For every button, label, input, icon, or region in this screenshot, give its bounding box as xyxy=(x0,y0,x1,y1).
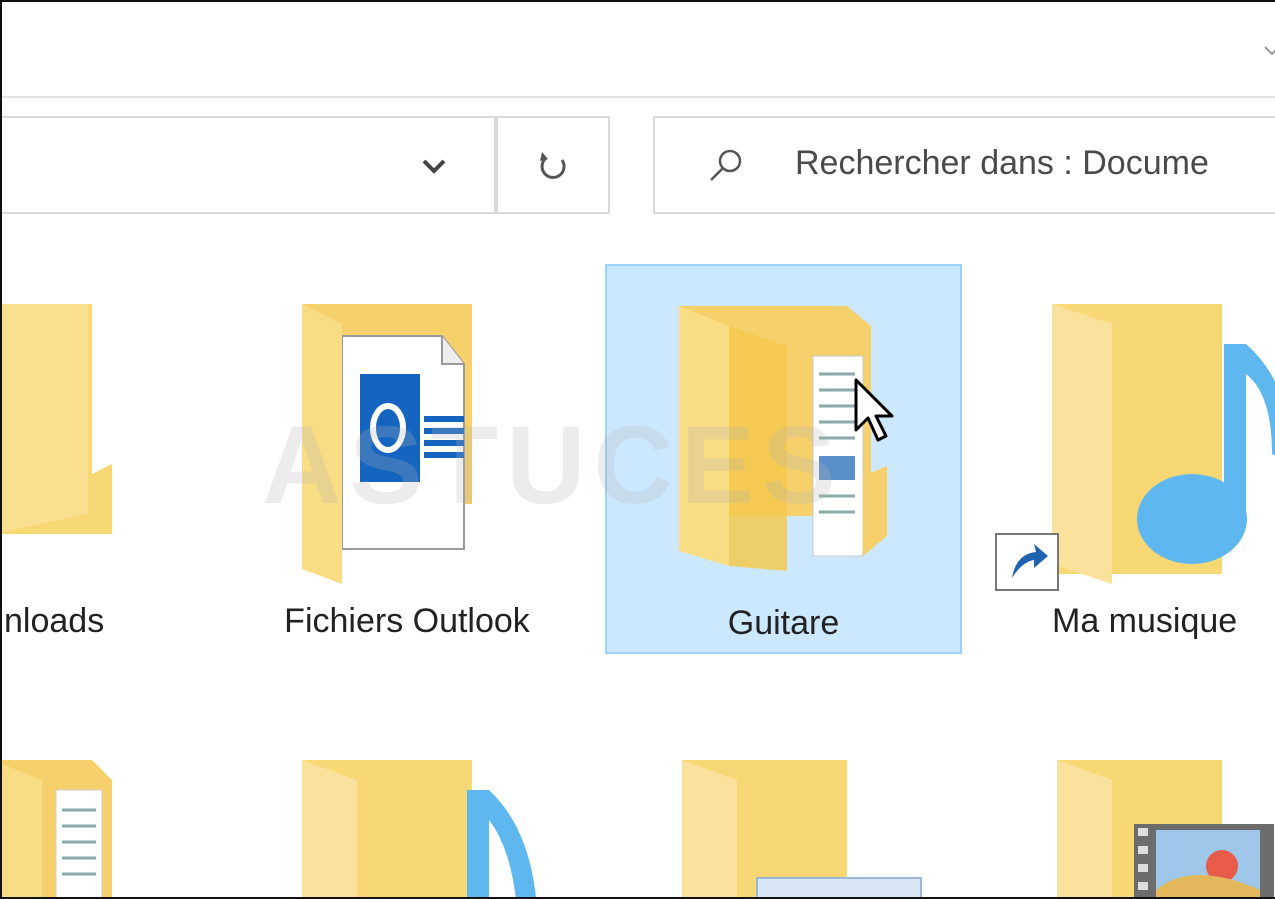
folder-item-row2-1[interactable] xyxy=(2,750,142,897)
folder-item-row2-3[interactable] xyxy=(677,750,957,897)
refresh-icon xyxy=(540,152,566,179)
folder-item-downloads[interactable]: nloads xyxy=(2,264,202,654)
folder-document-icon xyxy=(679,306,887,571)
folder-item-ma-musique[interactable]: Ma musique xyxy=(992,264,1275,654)
music-folder-icon xyxy=(302,760,536,897)
address-bar[interactable] xyxy=(2,116,496,214)
refresh-button[interactable] xyxy=(496,116,610,214)
folder-icon xyxy=(682,760,922,897)
search-placeholder: Rechercher dans : Docume xyxy=(795,144,1209,182)
folder-item-fichiers-outlook[interactable]: Fichiers Outlook xyxy=(242,264,572,654)
music-folder-shortcut-icon xyxy=(995,304,1275,591)
folder-item-guitare[interactable]: Guitare xyxy=(605,264,962,654)
item-label: Guitare xyxy=(727,604,840,642)
video-folder-icon xyxy=(1057,760,1274,897)
folder-item-row2-4[interactable] xyxy=(1052,750,1275,897)
folder-icon xyxy=(2,304,112,534)
search-box[interactable]: Rechercher dans : Docume xyxy=(653,116,1275,214)
chevron-down-icon[interactable] xyxy=(416,148,452,184)
search-icon xyxy=(710,149,742,181)
title-bar xyxy=(2,2,1275,98)
mouse-cursor-icon xyxy=(854,378,894,442)
folder-document-icon xyxy=(2,760,112,897)
folder-item-row2-2[interactable] xyxy=(297,750,557,897)
outlook-folder-icon xyxy=(302,304,472,584)
file-explorer-window: Rechercher dans : Docume nloads Fichiers… xyxy=(0,0,1275,899)
item-label: nloads xyxy=(4,602,105,640)
item-label: Ma musique xyxy=(1052,602,1238,640)
chevron-down-icon[interactable] xyxy=(1263,42,1275,60)
item-label: Fichiers Outlook xyxy=(284,602,530,640)
